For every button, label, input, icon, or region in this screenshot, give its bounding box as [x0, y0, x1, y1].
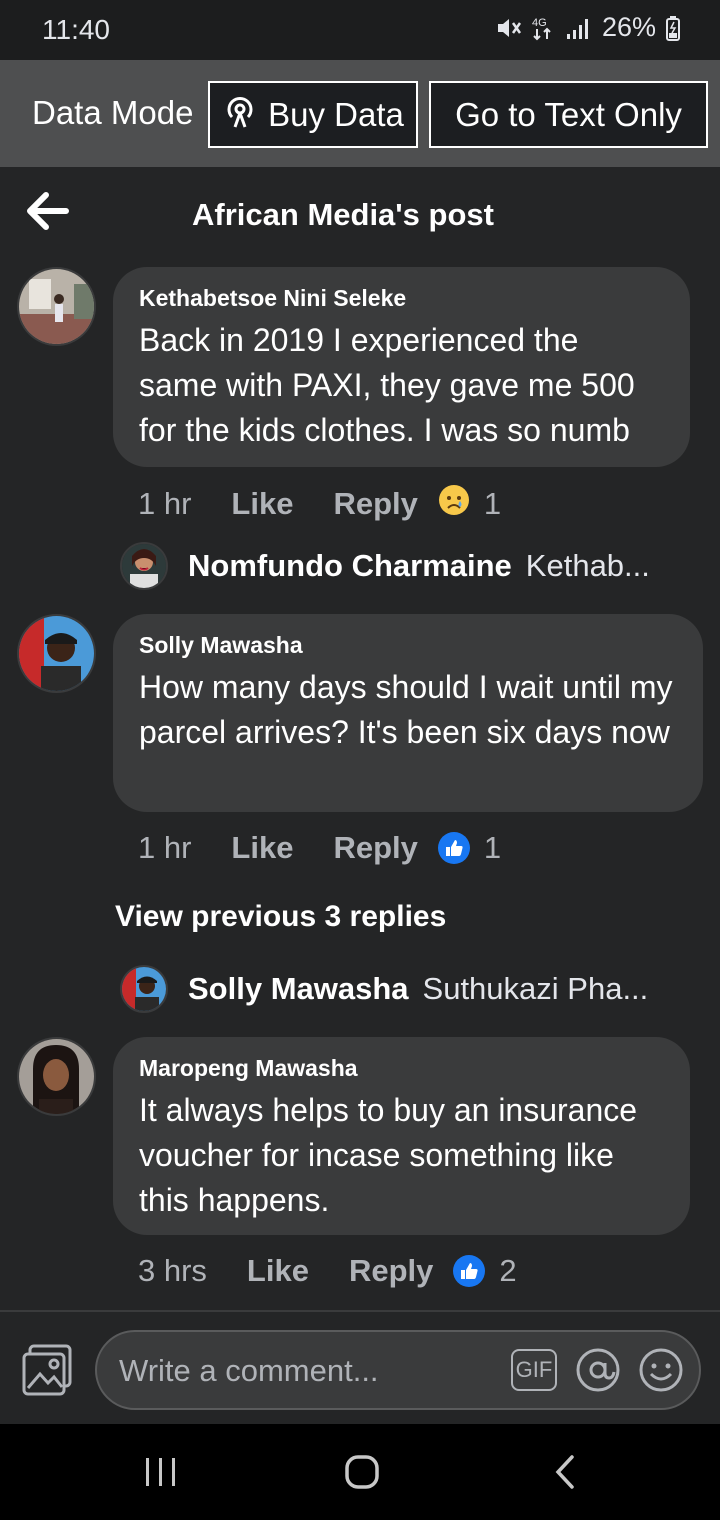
data-mode-bar: Data Mode Buy Data Go to Text Only — [0, 60, 720, 167]
comment-text: Back in 2019 I experienced the same with… — [139, 322, 635, 448]
comment-text: How many days should I wait until my par… — [139, 669, 673, 750]
sad-emoji-icon — [438, 484, 470, 524]
reply-author: Solly Mawasha — [188, 971, 409, 1006]
comment-bubble[interactable]: Maropeng Mawasha It always helps to buy … — [113, 1037, 690, 1235]
text-only-label: Go to Text Only — [455, 95, 682, 133]
avatar — [120, 542, 168, 590]
view-previous-replies[interactable]: View previous 3 replies — [115, 900, 446, 934]
mention-icon[interactable] — [575, 1347, 621, 1393]
gif-button[interactable]: GIF — [511, 1349, 557, 1391]
like-thumb-icon — [453, 1255, 486, 1287]
system-nav-bar — [0, 1424, 720, 1520]
reply-snippet: Suthukazi Pha... — [422, 971, 649, 1006]
like-button[interactable]: Like — [247, 1253, 309, 1289]
avatar[interactable] — [17, 614, 96, 693]
comment-author[interactable]: Kethabetsoe Nini Seleke — [139, 285, 664, 312]
signal-icon — [566, 16, 592, 40]
comment-author[interactable]: Maropeng Mawasha — [139, 1055, 664, 1082]
comment-time[interactable]: 1 hr — [138, 486, 191, 522]
data-mode-label: Data Mode — [32, 94, 194, 131]
nav-back-icon[interactable] — [550, 1453, 580, 1491]
reply-snippet: Kethab... — [525, 548, 650, 583]
comment-actions: 1 hr Like Reply 1 — [138, 830, 501, 866]
reaction-count: 1 — [483, 486, 502, 521]
status-icons: 4G 26% — [496, 12, 680, 43]
reaction-summary[interactable]: 1 — [438, 484, 501, 524]
battery-percent: 26% — [601, 12, 656, 42]
network-icon: 4G — [532, 15, 556, 41]
text-only-button[interactable]: Go to Text Only — [429, 81, 708, 148]
reaction-count: 1 — [483, 830, 502, 865]
comment-input[interactable]: Write a comment... GIF — [95, 1330, 701, 1410]
reaction-count: 2 — [499, 1253, 517, 1288]
comment-time[interactable]: 1 hr — [138, 830, 191, 866]
mute-icon — [496, 16, 522, 40]
comment-bubble[interactable]: Solly Mawasha How many days should I wai… — [113, 614, 703, 812]
broadcast-icon — [222, 93, 258, 137]
reply-author: Nomfundo Charmaine — [188, 548, 512, 583]
comment-author[interactable]: Solly Mawasha — [139, 632, 677, 659]
comment-placeholder: Write a comment... — [119, 1353, 379, 1388]
avatar[interactable] — [17, 267, 96, 346]
comment-text: It always helps to buy an insurance vouc… — [139, 1092, 638, 1218]
comment-time[interactable]: 3 hrs — [138, 1253, 207, 1289]
status-bar: 11:40 4G 26% — [0, 0, 720, 60]
comment-actions: 3 hrs Like Reply 2 — [138, 1253, 517, 1289]
avatar[interactable] — [17, 1037, 96, 1116]
buy-data-button[interactable]: Buy Data — [208, 81, 418, 148]
photo-icon[interactable] — [20, 1342, 76, 1398]
reply-button[interactable]: Reply — [333, 830, 417, 866]
avatar — [120, 965, 168, 1013]
status-time: 11:40 — [42, 14, 110, 45]
post-header: African Media's post — [0, 167, 720, 262]
like-button[interactable]: Like — [231, 830, 293, 866]
reply-preview[interactable]: Solly Mawasha Suthukazi Pha... — [120, 965, 648, 1013]
reply-button[interactable]: Reply — [333, 486, 417, 522]
reply-preview[interactable]: Nomfundo Charmaine Kethab... — [120, 542, 650, 590]
like-thumb-icon — [437, 832, 470, 864]
reaction-summary[interactable]: 1 — [437, 830, 502, 866]
network-label: 4G — [532, 17, 547, 29]
reaction-summary[interactable]: 2 — [453, 1253, 517, 1289]
home-icon[interactable] — [344, 1454, 380, 1490]
like-button[interactable]: Like — [231, 486, 293, 522]
buy-data-label: Buy Data — [268, 95, 404, 133]
page-title: African Media's post — [192, 197, 494, 232]
recent-apps-icon[interactable] — [143, 1454, 179, 1490]
battery-icon — [666, 15, 680, 41]
comment-composer: Write a comment... GIF — [0, 1310, 720, 1424]
comment-bubble[interactable]: Kethabetsoe Nini Seleke Back in 2019 I e… — [113, 267, 690, 467]
comment-actions: 1 hr Like Reply 1 — [138, 484, 501, 524]
reply-button[interactable]: Reply — [349, 1253, 433, 1289]
emoji-icon[interactable] — [638, 1347, 684, 1393]
